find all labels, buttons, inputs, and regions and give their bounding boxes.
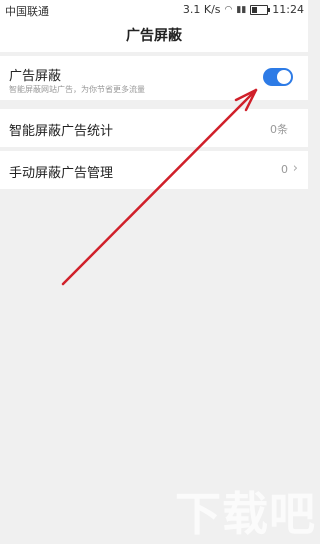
annotation-arrow	[61, 88, 258, 286]
watermark-logo: 下载吧	[175, 487, 316, 541]
